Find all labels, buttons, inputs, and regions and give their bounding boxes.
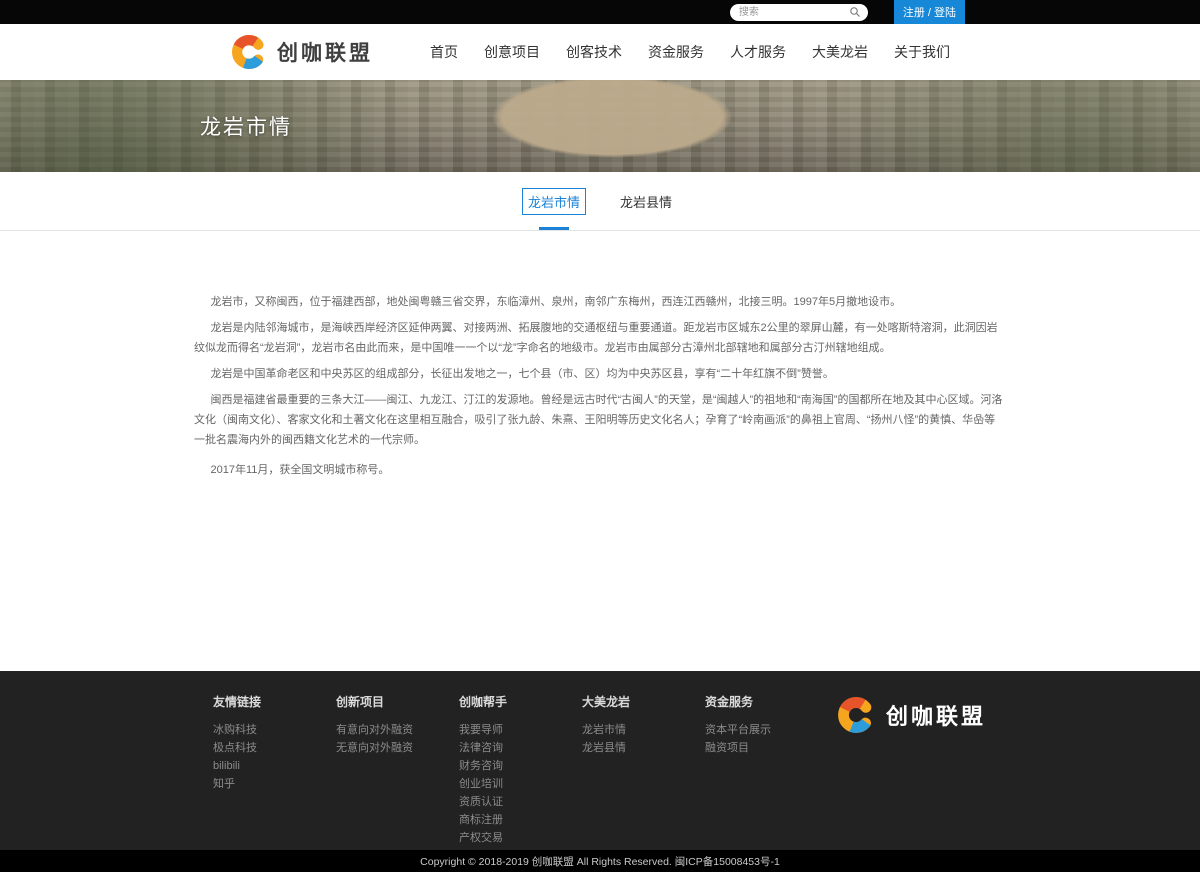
nav-item[interactable]: 创客技术	[566, 42, 622, 62]
footer-link[interactable]: 我要导师	[459, 724, 582, 736]
footer-link[interactable]: bilibili	[213, 760, 336, 772]
footer-columns: 友情链接冰购科技极点科技bilibili知乎创新项目有意向对外融资无意向对外融资…	[213, 693, 828, 850]
footer-column: 创咖帮手我要导师法律咨询财务咨询创业培训资质认证商标注册产权交易	[459, 693, 582, 850]
search-input[interactable]	[737, 6, 845, 19]
footer-link[interactable]: 资本平台展示	[705, 724, 828, 736]
article-paragraph: 龙岩是中国革命老区和中央苏区的组成部分，长征出发地之一，七个县（市、区）均为中央…	[194, 364, 1006, 384]
footer-link[interactable]: 资质认证	[459, 796, 582, 808]
article-paragraph: 2017年11月，获全国文明城市称号。	[194, 460, 1006, 480]
register-login-button[interactable]: 注册 / 登陆	[894, 0, 965, 24]
hero-banner: 龙岩市情	[0, 80, 1200, 172]
tab[interactable]: 龙岩县情	[614, 188, 678, 215]
brand-logo-icon	[230, 33, 268, 71]
brand-name: 创咖联盟	[277, 37, 373, 67]
hero-title: 龙岩市情	[200, 111, 292, 141]
nav-item[interactable]: 资金服务	[648, 42, 704, 62]
page: 注册 / 登陆 创咖联盟 首页创意项目创客技术资金服务人才服务大美龙岩关于我们 …	[0, 0, 1200, 873]
tab-active[interactable]: 龙岩市情	[522, 188, 586, 215]
brand[interactable]: 创咖联盟	[230, 33, 373, 71]
footer-link[interactable]: 融资项目	[705, 742, 828, 754]
article-paragraph: 闽西是福建省最重要的三条大江——闽江、九龙江、汀江的发源地。曾经是远古时代“古闽…	[194, 390, 1006, 450]
footer-link[interactable]: 龙岩县情	[582, 742, 705, 754]
footer-link[interactable]: 财务咨询	[459, 760, 582, 772]
active-tab-indicator	[539, 227, 569, 230]
footer-column: 创新项目有意向对外融资无意向对外融资	[336, 693, 459, 850]
footer-column-title: 创新项目	[336, 693, 459, 710]
footer-link[interactable]: 产权交易	[459, 832, 582, 844]
nav-item[interactable]: 人才服务	[730, 42, 786, 62]
content: 龙岩市，又称闽西，位于福建西部，地处闽粤赣三省交界，东临漳州、泉州，南邻广东梅州…	[0, 231, 1200, 671]
search-icon[interactable]	[849, 6, 861, 18]
footer-brand-logo-icon	[836, 695, 876, 735]
main-nav: 首页 创意项目 创客技术 资金服务 人才服务 大美龙岩 关于我们	[430, 42, 950, 62]
footer-column-title: 友情链接	[213, 693, 336, 710]
nav-item[interactable]: 创意项目	[484, 42, 540, 62]
nav-item[interactable]: 大美龙岩	[812, 42, 868, 62]
footer-link[interactable]: 无意向对外融资	[336, 742, 459, 754]
article-paragraph: 龙岩市，又称闽西，位于福建西部，地处闽粤赣三省交界，东临漳州、泉州，南邻广东梅州…	[194, 292, 1006, 312]
footer-link[interactable]: 有意向对外融资	[336, 724, 459, 736]
footer-column: 大美龙岩龙岩市情龙岩县情	[582, 693, 705, 850]
footer-link[interactable]: 创业培训	[459, 778, 582, 790]
footer-link[interactable]: 商标注册	[459, 814, 582, 826]
search-box[interactable]	[730, 4, 868, 21]
navbar: 创咖联盟 首页 创意项目 创客技术 资金服务 人才服务 大美龙岩 关于我们	[0, 24, 1200, 80]
tab-bar: 龙岩市情 龙岩县情	[0, 172, 1200, 231]
footer: 友情链接冰购科技极点科技bilibili知乎创新项目有意向对外融资无意向对外融资…	[0, 671, 1200, 850]
footer-column: 资金服务资本平台展示融资项目	[705, 693, 828, 850]
copyright-text: Copyright © 2018-2019 创咖联盟 All Rights Re…	[420, 854, 780, 869]
article-paragraph: 龙岩是内陆邻海城市，是海峡西岸经济区延伸两翼、对接两洲、拓展腹地的交通枢纽与重要…	[194, 318, 1006, 358]
footer-column: 友情链接冰购科技极点科技 bilibili 知乎	[213, 693, 336, 850]
footer-column-title: 资金服务	[705, 693, 828, 710]
footer-brand-name: 创咖联盟	[886, 699, 986, 731]
footer-column-title: 创咖帮手	[459, 693, 582, 710]
nav-item[interactable]: 首页	[430, 42, 458, 62]
footer-link[interactable]: 冰购科技	[213, 724, 336, 736]
nav-item[interactable]: 关于我们	[894, 42, 950, 62]
footer-link[interactable]: 龙岩市情	[582, 724, 705, 736]
footer-link[interactable]: 极点科技	[213, 742, 336, 754]
footer-column-title: 大美龙岩	[582, 693, 705, 710]
footer-brand[interactable]: 创咖联盟	[836, 695, 986, 735]
article: 龙岩市，又称闽西，位于福建西部，地处闽粤赣三省交界，东临漳州、泉州，南邻广东梅州…	[194, 292, 1006, 480]
topbar: 注册 / 登陆	[0, 0, 1200, 24]
footer-link[interactable]: 知乎	[213, 778, 336, 790]
footer-link[interactable]: 法律咨询	[459, 742, 582, 754]
copyright-bar: Copyright © 2018-2019 创咖联盟 All Rights Re…	[0, 850, 1200, 872]
